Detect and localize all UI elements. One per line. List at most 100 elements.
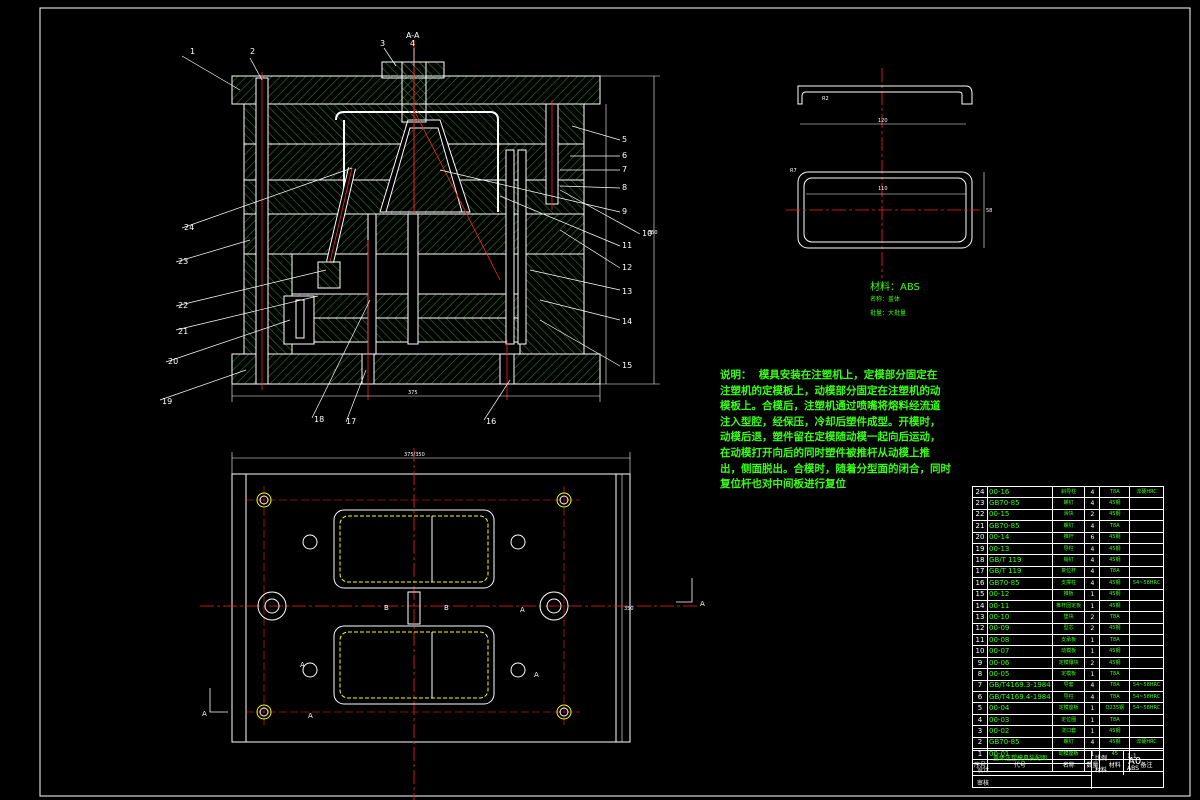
- dim-part-radius-2: R7: [790, 168, 797, 174]
- leader-number: 19: [162, 397, 172, 406]
- part-code: GB/T 119: [987, 565, 1053, 579]
- part-material: 45钢: [1099, 599, 1131, 613]
- part-material: 45钢: [1099, 622, 1131, 636]
- drawing-name: 盖体注塑模具装配图: [993, 755, 1048, 762]
- part-code: 00-06: [987, 656, 1053, 670]
- notes-line-6: 出，侧面脱出。合模时，随着分型面的闭合，同时: [720, 462, 951, 475]
- leader-number: 16: [486, 417, 496, 426]
- part-name: 定模镶块: [1051, 656, 1086, 670]
- part-number: 23: [971, 497, 989, 510]
- leader-number: 7: [622, 165, 627, 174]
- part-quantity: 4: [1084, 736, 1101, 750]
- part-name: 螺钉: [1051, 520, 1086, 533]
- part-material: 45钢: [1099, 736, 1131, 750]
- leader-number: 14: [622, 317, 632, 326]
- part-name: 导柱: [1051, 691, 1086, 704]
- part-material: 45钢: [1099, 725, 1131, 738]
- parts-row: 18 GB/T 119 销钉 4 45钢: [971, 554, 1164, 567]
- dim-plan-width: 375/350: [404, 452, 425, 458]
- leader-number: 8: [622, 183, 627, 192]
- part-code: 00-16: [987, 485, 1053, 499]
- leader-number: 23: [178, 257, 188, 266]
- parts-row: 15 00-12 推板 1 45钢: [971, 588, 1164, 601]
- parts-row: 8 00-05 定模板 1 T8A: [971, 668, 1164, 681]
- part-number: 22: [971, 508, 989, 522]
- part-quantity: 1: [1084, 725, 1101, 738]
- part-name: 导柱: [1051, 542, 1086, 556]
- part-material: T8A: [1099, 634, 1131, 647]
- leader-number: 6: [622, 151, 627, 160]
- part-name: 浇口套: [1051, 725, 1086, 738]
- part-code: 00-08: [987, 634, 1053, 647]
- part-quantity: 4: [1084, 577, 1101, 590]
- part-remark: 54~58HRC: [1129, 702, 1164, 715]
- part-views: [786, 68, 985, 278]
- part-material: Q235钢: [1099, 702, 1131, 715]
- part-code: GB/T4169.3-1984: [987, 679, 1053, 693]
- part-number: 17: [971, 565, 989, 579]
- part-code: 00-03: [987, 713, 1053, 727]
- part-material: T8A: [1099, 713, 1131, 727]
- parts-row: 10 00-07 动模板 1 45钢: [971, 645, 1164, 658]
- part-code: 00-10: [987, 611, 1053, 624]
- part-name: 支撑柱: [1051, 577, 1086, 590]
- part-number: 12: [971, 622, 989, 636]
- parts-row: 22 00-15 滑块 2 45钢: [971, 508, 1164, 522]
- part-material: 45钢: [1099, 656, 1131, 670]
- part-name: 推杆固定板: [1051, 599, 1086, 613]
- part-number: 14: [971, 599, 989, 613]
- plan-view: [200, 448, 700, 800]
- part-name: 支承板: [1051, 634, 1086, 647]
- part-number: 7: [971, 679, 989, 693]
- part-remark: [1129, 668, 1164, 681]
- part-name: 动模板: [1051, 645, 1086, 658]
- dim-part-width-2: 110: [878, 186, 888, 192]
- parts-row: 11 00-08 支承板 1 T8A: [971, 634, 1164, 647]
- part-remark: [1129, 565, 1164, 579]
- part-code: GB70-85: [987, 736, 1053, 750]
- notes-line-5: 在动模打开向后的同时塑件被推杆从动模上推: [720, 446, 930, 459]
- leader-number: 13: [622, 287, 632, 296]
- part-name: 螺钉: [1051, 497, 1086, 510]
- part-material: 45钢: [1099, 554, 1131, 567]
- sheet-size: A0: [1128, 756, 1142, 767]
- dim-width-top: 375: [408, 390, 418, 396]
- part-remark: 54~58HRC: [1129, 691, 1164, 704]
- parts-row: 13 00-10 垫块 2 T8A: [971, 611, 1164, 624]
- parts-row: 19 00-13 导柱 4 45钢: [971, 542, 1164, 556]
- part-material: T8A: [1099, 565, 1131, 579]
- parts-row: 16 GB70-85 支撑柱 4 45钢 54~58HRC: [971, 577, 1164, 590]
- part-name: 螺钉: [1051, 736, 1086, 750]
- part-number: 15: [971, 588, 989, 601]
- part-name: 复位杆: [1051, 565, 1086, 579]
- leader-number: 12: [622, 263, 632, 272]
- dim-part-height: 58: [986, 208, 992, 214]
- leader-number: 9: [622, 207, 627, 216]
- parts-row: 23 GB70-85 螺钉 4 45钢: [971, 497, 1164, 510]
- material-label: 材料：ABS: [870, 282, 920, 293]
- section-mark-label: A-A: [406, 31, 420, 40]
- part-remark: [1129, 656, 1164, 670]
- part-number: 3: [971, 725, 989, 738]
- notes-line-1: 注塑机的定模板上，动模部分固定在注塑机的动: [720, 384, 941, 397]
- part-material: 45钢: [1099, 508, 1131, 522]
- part-material: T8A: [1099, 611, 1131, 624]
- part-quantity: 4: [1084, 554, 1101, 567]
- section-letter: B: [444, 604, 449, 612]
- part-number: 20: [971, 531, 989, 544]
- part-quantity: 4: [1084, 485, 1101, 499]
- leader-number: 4: [410, 39, 415, 48]
- part-remark: [1129, 634, 1164, 647]
- part-number: 11: [971, 634, 989, 647]
- part-remark: [1129, 599, 1164, 613]
- part-number: 4: [971, 713, 989, 727]
- parts-row: 5 00-04 定模座板 1 Q235钢 54~58HRC: [971, 702, 1164, 715]
- parts-row: 14 00-11 推杆固定板 1 45钢: [971, 599, 1164, 613]
- part-name: 型芯: [1051, 622, 1086, 636]
- dim-plan-height: 350: [624, 606, 634, 612]
- part-remark: [1129, 520, 1164, 533]
- part-quantity: 4: [1084, 542, 1101, 556]
- section-letter: A: [700, 600, 705, 608]
- part-material: 45钢: [1099, 531, 1131, 544]
- notes-line-2: 模板上。合模后，注塑机通过喷嘴将熔料经流道: [720, 400, 941, 413]
